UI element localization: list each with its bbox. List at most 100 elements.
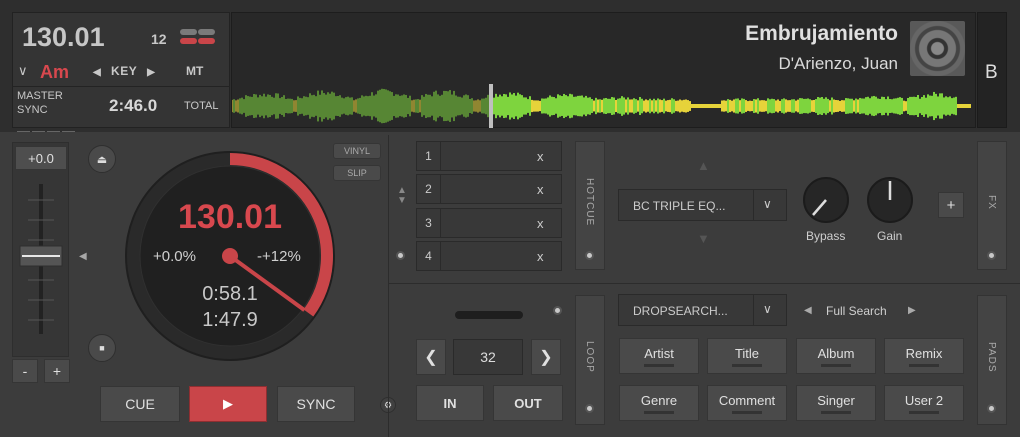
jog-elapsed-time: 0:58.1 (202, 283, 258, 305)
pad-label: Comment (718, 392, 776, 408)
sync-indicator-bar (198, 38, 215, 44)
pad-indicator (644, 410, 674, 414)
pad-button[interactable]: Genre (619, 385, 699, 421)
fx-tab-indicator (987, 251, 996, 260)
key-label: KEY (111, 64, 138, 78)
hotcue-clear-icon[interactable]: x (537, 149, 544, 164)
jog-bpm: 130.01 (178, 198, 282, 236)
fx-tab-label: FX (986, 195, 997, 210)
pads-mode-prev-icon[interactable]: ◀ (804, 305, 812, 316)
fx-preset-dropdown[interactable]: BC TRIPLE EQ... ∨ (618, 189, 787, 221)
fx-bypass-knob[interactable] (801, 175, 851, 225)
pad-label: Singer (817, 392, 855, 408)
pad-indicator (644, 363, 674, 367)
pad-label: Remix (905, 345, 943, 361)
loop-out-button[interactable]: OUT (493, 385, 563, 421)
pad-indicator (909, 363, 939, 367)
track-artist: D'Arienzo, Juan (778, 54, 898, 73)
hotcue-number: 2 (417, 175, 441, 203)
fx-prev-icon[interactable]: ▲ (697, 158, 710, 173)
pad-label: Artist (644, 345, 674, 361)
vinyl-mode-button[interactable]: VINYL (333, 143, 381, 159)
pad-label: User 2 (904, 392, 944, 408)
sync-button[interactable]: SYNC (277, 386, 355, 422)
pads-dropdown-label: DROPSEARCH... (633, 304, 728, 318)
chevron-right-icon: ❯ (539, 349, 553, 366)
pad-button[interactable]: Artist (619, 338, 699, 374)
jog-pitch-percent: +0.0% (153, 248, 196, 265)
pad-indicator (821, 410, 851, 414)
hotcue-clear-icon[interactable]: x (537, 249, 544, 264)
jog-remaining-time: 1:47.9 (202, 309, 258, 331)
hotcue-number: 4 (417, 242, 441, 270)
eject-icon[interactable]: ⏏ (88, 145, 116, 173)
pitch-slider[interactable] (18, 180, 64, 340)
sync-indicator-icon[interactable] (180, 29, 197, 44)
hotcue-clear-icon[interactable]: x (537, 182, 544, 197)
pad-label: Album (817, 345, 855, 361)
pad-button[interactable]: User 2 (884, 385, 964, 421)
master-sync-button[interactable]: MASTER SYNC (17, 89, 63, 117)
master-sync-indicator (17, 121, 77, 134)
loop-tab-indicator (585, 404, 594, 413)
fx-add-button[interactable]: + (938, 192, 964, 218)
loop-double-button[interactable]: ❯ (531, 339, 561, 375)
loop-size-display: 32 (453, 339, 523, 375)
hotcue-clear-icon[interactable]: x (537, 216, 544, 231)
hotcue-slot[interactable]: 1 x (416, 141, 562, 171)
pitch-reset-icon[interactable]: ◀ (79, 251, 87, 262)
pad-indicator (821, 363, 851, 367)
key-up-icon[interactable]: ▶ (147, 67, 155, 78)
loop-half-button[interactable]: ❮ (416, 339, 446, 375)
deck-letter: B (985, 62, 998, 83)
chevron-left-icon: ❮ (424, 349, 438, 366)
pad-indicator (909, 410, 939, 414)
pad-button[interactable]: Singer (796, 385, 876, 421)
pad-button[interactable]: Title (707, 338, 787, 374)
playhead-marker (489, 84, 493, 128)
pitch-minus-button[interactable]: - (12, 359, 38, 383)
waveform-overview[interactable] (232, 84, 972, 128)
loop-tab-label: LOOP (584, 341, 595, 373)
divider (12, 86, 230, 87)
pad-button[interactable]: Remix (884, 338, 964, 374)
hotcue-slot[interactable]: 3 x (416, 208, 562, 238)
key-number: 12 (151, 31, 167, 47)
slip-mode-button[interactable]: SLIP (333, 165, 381, 181)
pad-label: Title (734, 345, 760, 361)
hotcue-slot[interactable]: 2 x (416, 174, 562, 204)
chevron-down-icon: ∨ (763, 197, 772, 211)
pad-indicator (732, 363, 762, 367)
pitch-plus-button[interactable]: + (44, 359, 70, 383)
pad-button[interactable]: Comment (707, 385, 787, 421)
jog-pitch-range[interactable]: -+12% (257, 248, 301, 265)
fx-gain-knob[interactable] (865, 175, 915, 225)
fx-bypass-label: Bypass (806, 229, 846, 243)
cue-button[interactable]: CUE (100, 386, 180, 422)
key-dropdown-icon[interactable]: ∨ (18, 63, 28, 79)
key-control[interactable]: ◀ KEY ▶ (93, 64, 155, 78)
track-title: Embrujamiento (745, 22, 898, 45)
hotcue-indicator (396, 251, 405, 260)
key-down-icon[interactable]: ◀ (93, 67, 101, 78)
pad-button[interactable]: Album (796, 338, 876, 374)
chevron-down-icon: ∨ (763, 302, 772, 316)
hotcue-page-arrows[interactable]: ▲ ▼ (397, 186, 407, 206)
pad-indicator (732, 410, 762, 414)
pads-tab-label: PADS (986, 342, 997, 373)
loop-indicator (553, 306, 562, 315)
play-button[interactable]: ▶ (189, 386, 267, 422)
loop-in-button[interactable]: IN (416, 385, 484, 421)
bpm-display[interactable]: 130.01 (22, 22, 105, 53)
master-tempo-button[interactable]: MT (186, 64, 203, 78)
hotcue-number: 3 (417, 209, 441, 237)
pitch-value[interactable]: +0.0 (15, 146, 67, 170)
total-time-label[interactable]: TOTAL (184, 100, 218, 112)
stop-icon[interactable]: ■ (88, 334, 116, 362)
pads-mode-next-icon[interactable]: ▶ (908, 305, 916, 316)
fx-next-icon[interactable]: ▼ (697, 231, 710, 246)
pads-dropdown[interactable]: DROPSEARCH... ∨ (618, 294, 787, 326)
pad-label: Genre (640, 392, 678, 408)
key-display[interactable]: Am (40, 62, 69, 83)
hotcue-slot[interactable]: 4 x (416, 241, 562, 271)
